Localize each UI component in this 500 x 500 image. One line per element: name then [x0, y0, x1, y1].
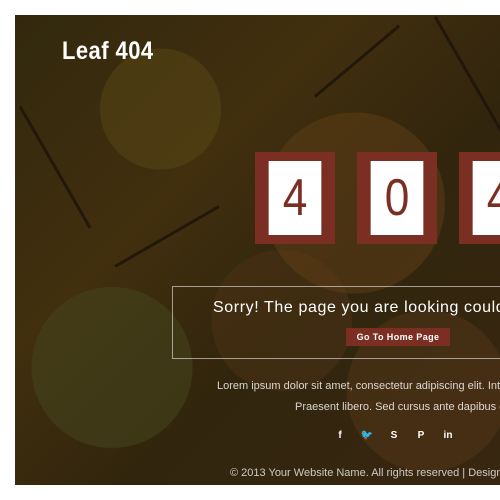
background-overlay	[15, 15, 500, 485]
digit-box: 4	[255, 152, 335, 244]
error-message-box: Sorry! The page you are looking could no…	[172, 286, 500, 359]
linkedin-icon[interactable]: in	[441, 428, 455, 442]
error-code-display: 4 0 4	[255, 152, 500, 244]
go-home-button[interactable]: Go To Home Page	[346, 328, 450, 346]
error-message: Sorry! The page you are looking could no…	[213, 299, 500, 316]
page-background: Leaf 404 4 0 4 Sorry! The page you are l…	[15, 15, 500, 485]
description-line: Lorem ipsum dolor sit amet, consectetur …	[217, 380, 500, 392]
footer-copyright: © 2013 Your Website Name. All rights res…	[230, 467, 500, 479]
twitter-icon[interactable]: 🐦	[360, 428, 374, 442]
description-line: Praesent libero. Sed cursus ante dapibus…	[295, 401, 500, 413]
site-logo[interactable]: Leaf 404	[62, 37, 154, 66]
digit: 0	[370, 161, 424, 235]
digit: 4	[268, 161, 322, 235]
social-links: f 🐦 S P in	[333, 428, 455, 442]
copyright-text: © 2013 Your Website Name. All rights res…	[230, 467, 500, 479]
digit-box: 4	[459, 152, 500, 244]
skype-icon[interactable]: S	[387, 428, 401, 442]
pinterest-icon[interactable]: P	[414, 428, 428, 442]
digit: 4	[472, 161, 500, 235]
facebook-icon[interactable]: f	[333, 428, 347, 442]
digit-box: 0	[357, 152, 437, 244]
